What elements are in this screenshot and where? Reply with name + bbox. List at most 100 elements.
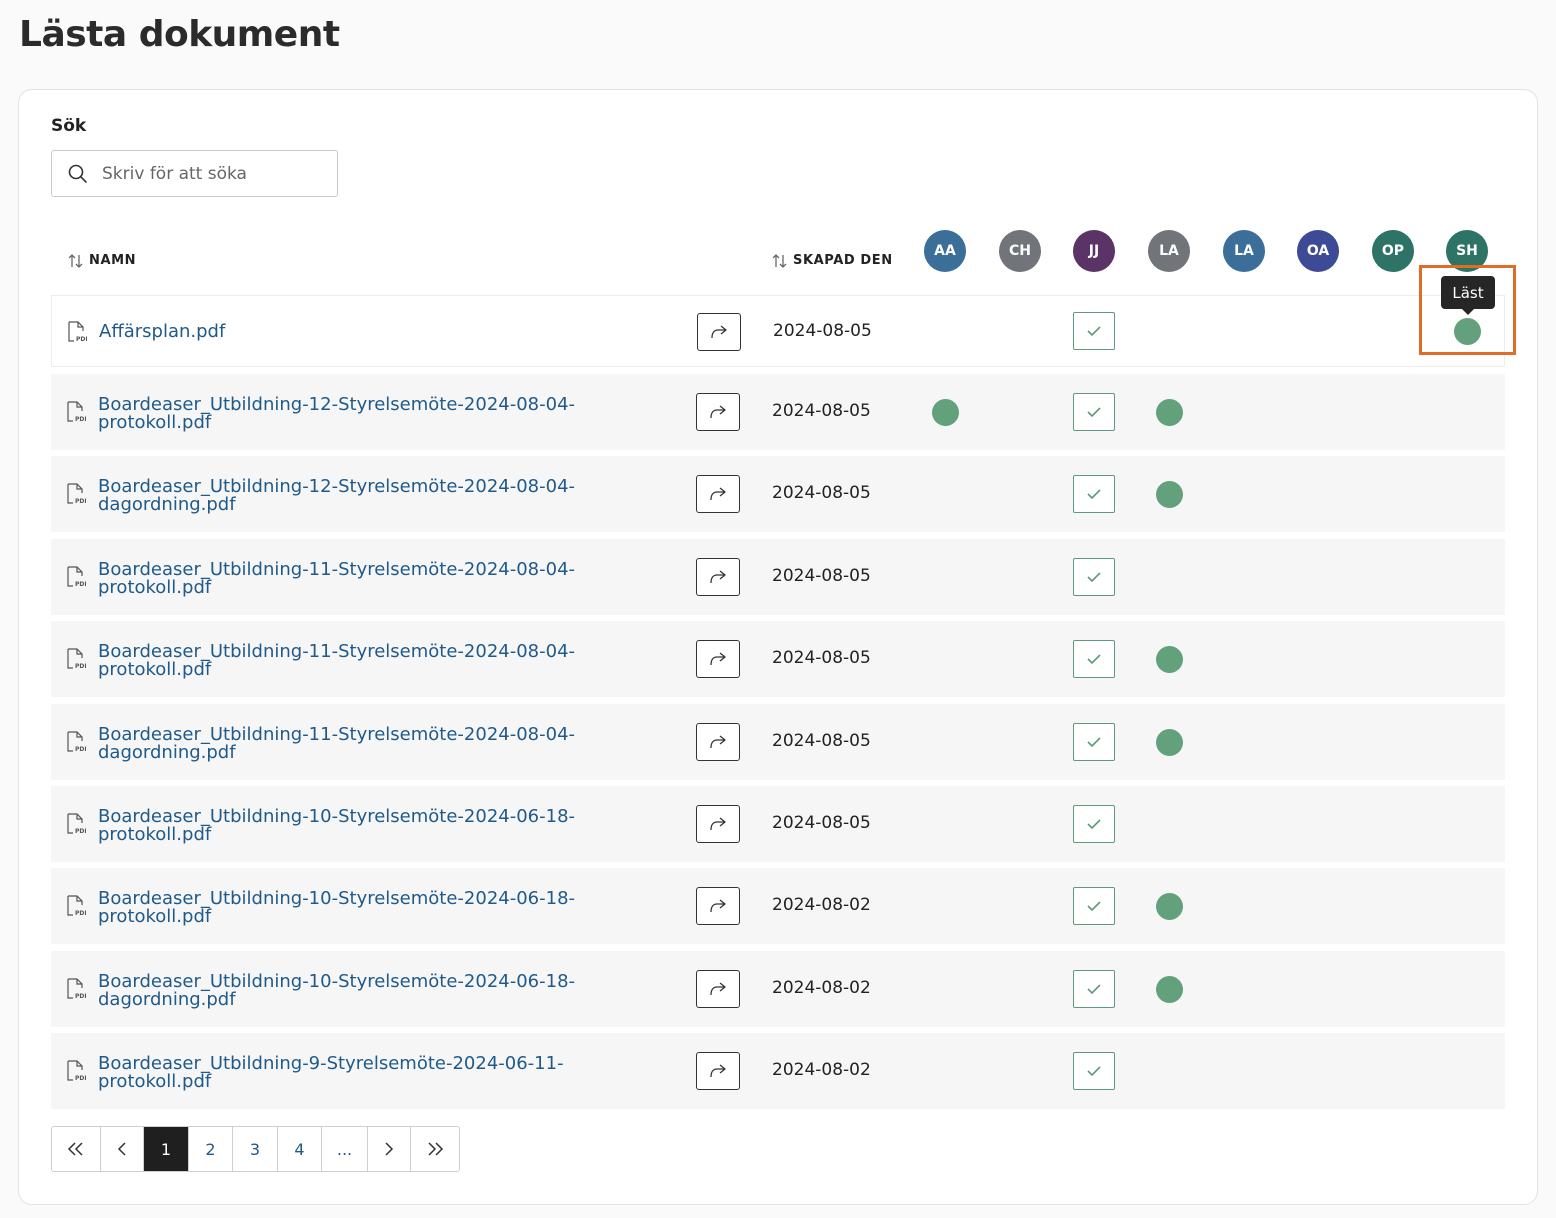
- created-date: 2024-08-05: [772, 566, 871, 586]
- document-row: PDF Boardeaser_Utbildning-10-Styrelsemöte…: [51, 951, 1505, 1027]
- more-pages-ellipsis[interactable]: ...: [322, 1127, 368, 1171]
- next-page-button[interactable]: [368, 1127, 411, 1171]
- created-date: 2024-08-05: [772, 648, 871, 668]
- share-button[interactable]: [696, 723, 740, 761]
- search-icon: [68, 164, 87, 183]
- pdf-file-icon: PDF: [66, 731, 88, 757]
- read-status-dot[interactable]: [1155, 480, 1183, 508]
- pdf-file-icon: PDF: [66, 648, 88, 674]
- share-button[interactable]: [696, 640, 740, 678]
- read-checkbox[interactable]: [1073, 558, 1115, 596]
- page-1-button[interactable]: 1: [144, 1127, 189, 1171]
- document-link[interactable]: Boardeaser_Utbildning-12-Styrelsemöte-20…: [98, 396, 598, 432]
- reader-avatar: LA: [1223, 230, 1265, 272]
- svg-text:PDF: PDF: [75, 1075, 86, 1082]
- created-date: 2024-08-05: [772, 483, 871, 503]
- read-status-dot[interactable]: [1155, 975, 1183, 1003]
- read-checkbox[interactable]: [1073, 970, 1115, 1008]
- svg-text:PDF: PDF: [75, 828, 86, 835]
- double-chevron-left-icon: [67, 1142, 83, 1156]
- read-status-dot[interactable]: [931, 398, 959, 426]
- previous-page-button[interactable]: [101, 1127, 144, 1171]
- share-icon: [710, 487, 726, 501]
- document-link[interactable]: Boardeaser_Utbildning-10-Styrelsemöte-20…: [98, 890, 598, 926]
- chevron-left-icon: [117, 1142, 126, 1156]
- svg-text:PDF: PDF: [75, 910, 86, 917]
- document-link[interactable]: Boardeaser_Utbildning-12-Styrelsemöte-20…: [98, 478, 598, 514]
- share-button[interactable]: [696, 887, 740, 925]
- created-date: 2024-08-05: [772, 731, 871, 751]
- read-status-dot[interactable]: [1155, 892, 1183, 920]
- share-button[interactable]: [697, 313, 741, 351]
- read-checkbox[interactable]: [1073, 312, 1115, 350]
- created-date: 2024-08-05: [772, 401, 871, 421]
- sort-by-created[interactable]: SKAPAD DEN: [772, 253, 893, 268]
- svg-text:PDF: PDF: [75, 581, 86, 588]
- document-link[interactable]: Boardeaser_Utbildning-11-Styrelsemöte-20…: [98, 726, 598, 762]
- chevron-right-icon: [385, 1142, 394, 1156]
- share-icon: [710, 982, 726, 996]
- search-input[interactable]: [102, 161, 327, 187]
- check-icon: [1087, 819, 1101, 830]
- created-date: 2024-08-02: [772, 895, 871, 915]
- sort-icon: [68, 253, 83, 268]
- sort-by-name[interactable]: NAMN: [68, 253, 136, 268]
- created-date: 2024-08-02: [772, 978, 871, 998]
- document-link[interactable]: Boardeaser_Utbildning-11-Styrelsemöte-20…: [98, 643, 598, 679]
- read-checkbox[interactable]: [1073, 475, 1115, 513]
- document-link[interactable]: Boardeaser_Utbildning-9-Styrelsemöte-202…: [98, 1055, 598, 1091]
- document-row: PDF Boardeaser_Utbildning-11-Styrelsemöte…: [51, 539, 1505, 615]
- document-link[interactable]: Boardeaser_Utbildning-10-Styrelsemöte-20…: [98, 973, 598, 1009]
- pdf-file-icon: PDF: [66, 813, 88, 839]
- page-3-button[interactable]: 3: [233, 1127, 278, 1171]
- search-box[interactable]: [51, 150, 338, 197]
- share-button[interactable]: [696, 970, 740, 1008]
- pagination: 1 2 3 4 ...: [51, 1126, 460, 1172]
- document-link[interactable]: Boardeaser_Utbildning-10-Styrelsemöte-20…: [98, 808, 598, 844]
- read-checkbox[interactable]: [1073, 1052, 1115, 1090]
- page-2-button[interactable]: 2: [189, 1127, 233, 1171]
- share-button[interactable]: [696, 393, 740, 431]
- read-status-dot[interactable]: [1155, 645, 1183, 673]
- share-icon: [710, 1064, 726, 1078]
- read-status-dot[interactable]: [1155, 728, 1183, 756]
- pdf-file-icon: PDF: [67, 321, 89, 347]
- read-checkbox[interactable]: [1073, 887, 1115, 925]
- read-status-dot[interactable]: [1155, 398, 1183, 426]
- read-checkbox[interactable]: [1073, 393, 1115, 431]
- svg-text:PDF: PDF: [75, 993, 86, 1000]
- column-header-created: SKAPAD DEN: [793, 253, 893, 268]
- share-icon: [710, 735, 726, 749]
- reader-avatar: OP: [1372, 230, 1414, 272]
- share-button[interactable]: [696, 1052, 740, 1090]
- reader-avatar: LA: [1148, 230, 1190, 272]
- share-icon: [710, 652, 726, 666]
- check-icon: [1087, 489, 1101, 500]
- read-checkbox[interactable]: [1073, 805, 1115, 843]
- check-icon: [1087, 572, 1101, 583]
- share-button[interactable]: [696, 558, 740, 596]
- first-page-button[interactable]: [52, 1127, 101, 1171]
- share-icon: [711, 325, 727, 339]
- share-icon: [710, 405, 726, 419]
- read-status-dot[interactable]: [1453, 317, 1481, 345]
- read-checkbox[interactable]: [1073, 640, 1115, 678]
- created-date: 2024-08-05: [773, 321, 872, 341]
- page-4-button[interactable]: 4: [278, 1127, 322, 1171]
- read-checkbox[interactable]: [1073, 723, 1115, 761]
- last-page-button[interactable]: [411, 1127, 459, 1171]
- document-row: PDF Boardeaser_Utbildning-11-Styrelsemöte…: [51, 704, 1505, 780]
- share-button[interactable]: [696, 475, 740, 513]
- document-row: PDF Boardeaser_Utbildning-10-Styrelsemöte…: [51, 786, 1505, 862]
- share-icon: [710, 570, 726, 584]
- check-icon: [1087, 901, 1101, 912]
- svg-text:PDF: PDF: [75, 498, 86, 505]
- document-link[interactable]: Affärsplan.pdf: [99, 323, 599, 341]
- document-link[interactable]: Boardeaser_Utbildning-11-Styrelsemöte-20…: [98, 561, 598, 597]
- created-date: 2024-08-05: [772, 813, 871, 833]
- document-row: PDF Affärsplan.pdf 2024-08-05: [51, 295, 1505, 367]
- check-icon: [1087, 1066, 1101, 1077]
- share-button[interactable]: [696, 805, 740, 843]
- created-date: 2024-08-02: [772, 1060, 871, 1080]
- search-label: Sök: [51, 116, 87, 136]
